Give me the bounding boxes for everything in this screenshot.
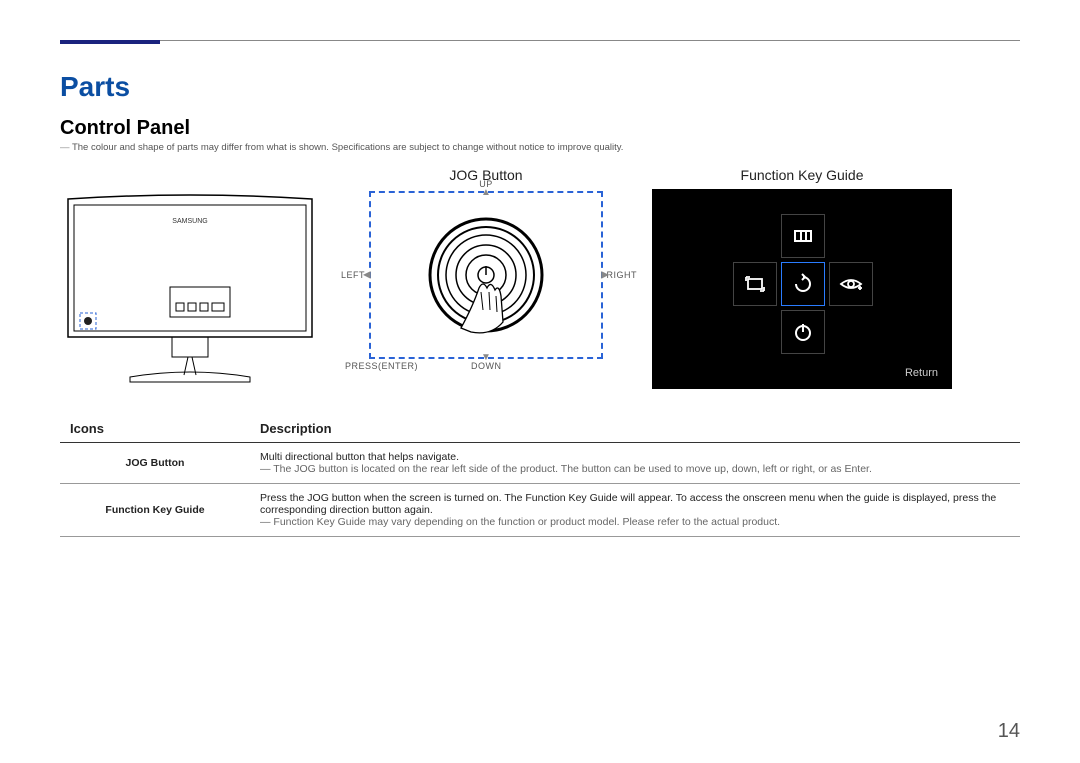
- disclaimer-text: The colour and shape of parts may differ…: [60, 142, 1020, 153]
- row-icon-label: JOG Button: [60, 443, 250, 484]
- eye-saver-icon: [839, 272, 863, 296]
- jog-left-label: LEFT: [341, 270, 365, 280]
- manual-page: Parts Control Panel The colour and shape…: [0, 0, 1080, 763]
- fkg-eye-saver-button[interactable]: [829, 262, 873, 306]
- brand-label: SAMSUNG: [172, 218, 207, 225]
- jog-box: UP DOWN LEFT RIGHT PRESS(ENTER) ▲ ▼ ◀ ▶: [369, 191, 603, 359]
- picture-size-icon: [743, 272, 767, 296]
- fkg-menu-button[interactable]: [781, 214, 825, 258]
- monitor-back-svg: SAMSUNG: [60, 187, 320, 387]
- figures-row: SAMSUNG: [60, 167, 1020, 389]
- table-row: JOG Button Multi directional button that…: [60, 443, 1020, 484]
- row-desc: Multi directional button that helps navi…: [250, 443, 1020, 484]
- page-number: 14: [998, 720, 1020, 743]
- arrow-left-icon: ◀: [363, 270, 371, 281]
- header-rule: [60, 40, 1020, 41]
- arrow-up-icon: ▲: [481, 187, 491, 198]
- table-row: Function Key Guide Press the JOG button …: [60, 484, 1020, 537]
- icons-table: Icons Description JOG Button Multi direc…: [60, 415, 1020, 537]
- jog-enter-label: PRESS(ENTER): [345, 361, 418, 371]
- fkg-panel: Return: [652, 189, 952, 389]
- row-icon-label: Function Key Guide: [60, 484, 250, 537]
- jog-right-label: RIGHT: [607, 270, 638, 280]
- jog-button-svg: [421, 210, 551, 340]
- jog-diagram: JOG Button UP DOWN LEFT RIGHT PRESS(ENTE…: [346, 167, 626, 359]
- fkg-return-label: Return: [905, 367, 938, 379]
- fkg-label: Function Key Guide: [652, 167, 952, 183]
- desc-text: Press the JOG button when the screen is …: [260, 492, 1010, 516]
- arrow-down-icon: ▼: [481, 352, 491, 363]
- function-key-guide: Function Key Guide: [652, 167, 952, 389]
- desc-text: Multi directional button that helps navi…: [260, 451, 1010, 463]
- fkg-power-button[interactable]: [781, 310, 825, 354]
- power-icon: [791, 320, 815, 344]
- section-title: Control Panel: [60, 117, 1020, 140]
- fkg-picture-size-button[interactable]: [733, 262, 777, 306]
- row-desc: Press the JOG button when the screen is …: [250, 484, 1020, 537]
- desc-note: Function Key Guide may vary depending on…: [260, 516, 1010, 528]
- arrow-right-icon: ▶: [601, 270, 609, 281]
- menu-grid-icon: [791, 224, 815, 248]
- monitor-diagram: SAMSUNG: [60, 187, 320, 387]
- th-desc: Description: [250, 415, 1020, 443]
- page-title: Parts: [60, 71, 1020, 103]
- rotate-icon: [791, 272, 815, 296]
- fkg-center-button[interactable]: [781, 262, 825, 306]
- desc-note: The JOG button is located on the rear le…: [260, 463, 1010, 475]
- th-icons: Icons: [60, 415, 250, 443]
